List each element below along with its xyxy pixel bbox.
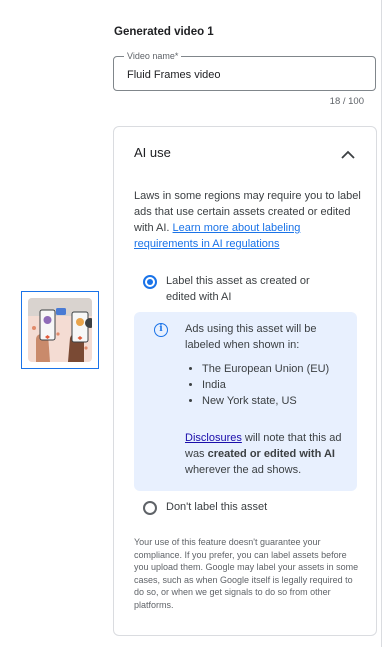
info-icon: i [154,323,168,337]
video-thumbnail[interactable] [21,291,99,369]
region-item: New York state, US [202,393,352,409]
dont-label-option-label: Don't label this asset [166,501,268,513]
label-as-ai-option-label: Label this asset as created or edited wi… [166,275,310,303]
dont-label-radio[interactable] [143,501,157,515]
regions-list: The European Union (EU) India New York s… [185,361,352,409]
panel-divider [381,0,382,647]
ai-use-card: AI use Laws in some regions may require … [113,126,377,636]
disclosures-note: Disclosures will note that this ad was c… [185,430,345,478]
video-name-input[interactable] [127,68,357,82]
character-counter: 18 / 100 [329,96,364,107]
ai-label-info-box: i Ads using this asset will be labeled w… [134,312,357,491]
thumbnail-image [28,298,92,362]
label-as-ai-radio[interactable] [143,275,157,289]
note-text-end: wherever the ad shows. [185,464,302,476]
note-bold-text: created or edited with AI [207,448,335,460]
region-item: The European Union (EU) [202,361,352,377]
section-title: Generated video 1 [114,26,214,38]
compliance-footnote: Your use of this feature doesn't guarant… [134,537,359,610]
chevron-up-icon[interactable] [340,147,356,159]
info-lead-text: Ads using this asset will be labeled whe… [185,323,317,351]
disclosures-link[interactable]: Disclosures [185,432,242,444]
region-item: India [202,377,352,393]
ai-use-title: AI use [134,145,171,160]
ai-use-intro: Laws in some regions may require you to … [134,188,364,252]
video-name-field[interactable]: Video name* [113,50,376,91]
video-name-label: Video name* [124,50,182,62]
